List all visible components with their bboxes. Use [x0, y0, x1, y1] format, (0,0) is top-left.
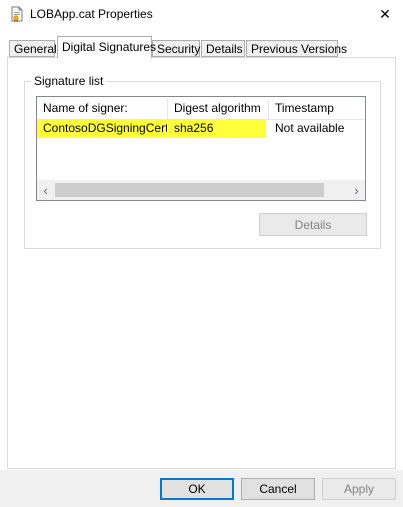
ok-button[interactable]: OK [160, 478, 234, 500]
list-header: Name of signer: Digest algorithm Timesta… [37, 97, 365, 120]
title-bar: LOBApp.cat Properties ✕ [0, 0, 403, 30]
scroll-right-button[interactable]: › [348, 180, 365, 200]
tab-previous-versions[interactable]: Previous Versions [246, 40, 347, 57]
tab-details[interactable]: Details [201, 40, 245, 57]
close-button[interactable]: ✕ [367, 0, 403, 28]
signature-list-view[interactable]: Name of signer: Digest algorithm Timesta… [36, 96, 366, 201]
details-button[interactable]: Details [259, 213, 367, 236]
apply-button[interactable]: Apply [322, 478, 396, 500]
tab-general[interactable]: General [9, 40, 57, 57]
scrollbar-thumb[interactable] [55, 183, 324, 197]
table-row[interactable]: ContosoDGSigningCert sha256 Not availabl… [37, 119, 365, 138]
window-title: LOBApp.cat Properties [30, 7, 153, 21]
close-icon: ✕ [379, 5, 391, 22]
column-header-digest[interactable]: Digest algorithm [168, 97, 268, 119]
tab-digital-signatures[interactable]: Digital Signatures [57, 36, 156, 58]
signature-list-label: Signature list [31, 74, 107, 88]
column-header-signer[interactable]: Name of signer: [37, 97, 167, 119]
column-header-timestamp[interactable]: Timestamp [269, 97, 365, 119]
cancel-button[interactable]: Cancel [241, 478, 315, 500]
catalog-file-icon [9, 6, 25, 22]
cell-timestamp: Not available [275, 121, 345, 135]
horizontal-scrollbar[interactable]: ‹ › [37, 180, 365, 200]
chevron-right-icon: › [354, 182, 359, 198]
scroll-left-button[interactable]: ‹ [37, 180, 54, 200]
cell-signer: ContosoDGSigningCert [37, 119, 167, 138]
cell-digest: sha256 [168, 119, 266, 138]
tab-security[interactable]: Security [152, 40, 200, 57]
chevron-left-icon: ‹ [43, 182, 48, 198]
